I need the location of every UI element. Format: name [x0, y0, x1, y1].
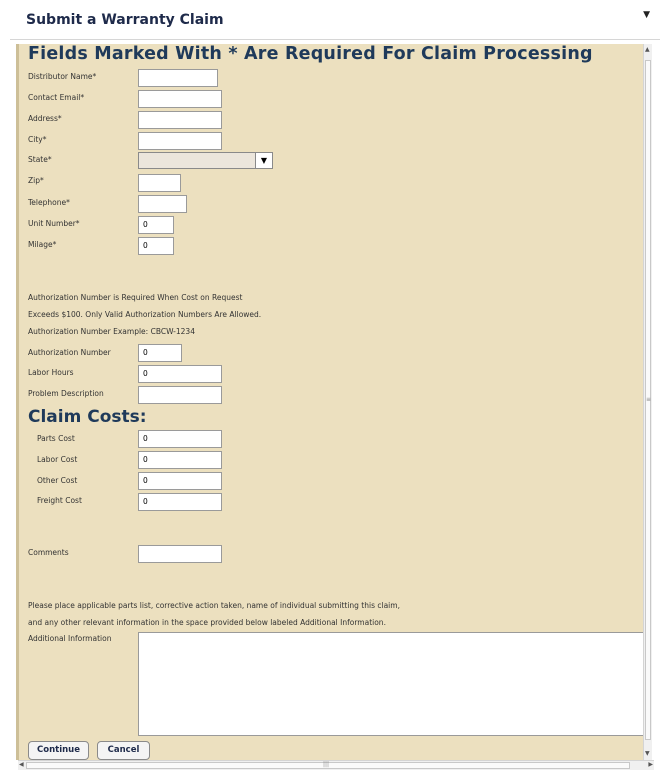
horizontal-scrollbar[interactable]: ◀ ||| ▶: [18, 760, 654, 770]
unit-number-label: Unit Number*: [28, 219, 80, 228]
telephone-label: Telephone*: [28, 198, 70, 207]
labor-cost-label: Labor Cost: [37, 455, 78, 464]
claim-costs-heading: Claim Costs:: [28, 407, 147, 427]
parts-cost-field[interactable]: 0: [138, 430, 222, 448]
cancel-button[interactable]: Cancel: [97, 741, 150, 760]
problem-description-label: Problem Description: [28, 389, 104, 398]
other-cost-field[interactable]: 0: [138, 472, 222, 490]
auth-note-line-1: Authorization Number is Required When Co…: [28, 293, 243, 302]
authorization-number-field[interactable]: 0: [138, 344, 182, 362]
continue-button[interactable]: Continue: [28, 741, 89, 760]
freight-cost-field[interactable]: 0: [138, 493, 222, 511]
freight-cost-label: Freight Cost: [37, 496, 82, 505]
dialog-header: Submit a Warranty Claim ▼: [10, 0, 660, 40]
auth-note-line-2: Exceeds $100. Only Valid Authorization N…: [28, 310, 262, 319]
auth-note-line-3: Authorization Number Example: CBCW-1234: [28, 327, 195, 336]
parts-note-line-2: and any other relevant information in th…: [28, 618, 386, 627]
problem-description-field[interactable]: [138, 386, 222, 404]
vertical-grip-icon: ≡: [646, 396, 652, 403]
milage-label: Milage*: [28, 240, 57, 249]
address-label: Address*: [28, 114, 62, 123]
comments-field[interactable]: [138, 545, 222, 563]
scroll-right-icon[interactable]: ▶: [648, 761, 653, 768]
contact-email-label: Contact Email*: [28, 93, 85, 102]
distributor-name-field[interactable]: [138, 69, 218, 87]
state-dropdown-arrow-icon[interactable]: ▼: [255, 153, 272, 168]
vertical-scrollbar[interactable]: ▲ ≡ ▼: [643, 44, 652, 760]
labor-hours-field[interactable]: 0: [138, 365, 222, 383]
vertical-scroll-thumb[interactable]: ≡: [645, 60, 651, 740]
contact-email-field[interactable]: [138, 90, 222, 108]
unit-number-field[interactable]: 0: [138, 216, 174, 234]
dropdown-caret-icon[interactable]: ▼: [643, 10, 650, 20]
scroll-down-icon[interactable]: ▼: [645, 750, 650, 757]
scroll-left-icon[interactable]: ◀: [19, 761, 24, 768]
address-field[interactable]: [138, 111, 222, 129]
authorization-number-label: Authorization Number: [28, 348, 111, 357]
horizontal-scroll-thumb[interactable]: |||: [26, 761, 630, 769]
parts-note-line-1: Please place applicable parts list, corr…: [28, 601, 400, 610]
horizontal-grip-icon: |||: [323, 761, 330, 768]
zip-label: Zip*: [28, 176, 44, 185]
parts-cost-label: Parts Cost: [37, 434, 75, 443]
dialog-title: Submit a Warranty Claim: [26, 12, 224, 28]
claim-form: Fields Marked With * Are Required For Cl…: [16, 44, 652, 760]
additional-information-textarea[interactable]: [138, 632, 646, 736]
other-cost-label: Other Cost: [37, 476, 78, 485]
comments-label: Comments: [28, 548, 69, 557]
form-heading: Fields Marked With * Are Required For Cl…: [28, 44, 593, 64]
labor-hours-label: Labor Hours: [28, 368, 74, 377]
city-label: City*: [28, 135, 47, 144]
scroll-up-icon[interactable]: ▲: [645, 46, 650, 53]
state-select[interactable]: ▼: [138, 152, 273, 169]
additional-information-label: Additional Information: [28, 634, 112, 643]
state-label: State*: [28, 155, 52, 164]
labor-cost-field[interactable]: 0: [138, 451, 222, 469]
milage-field[interactable]: 0: [138, 237, 174, 255]
city-field[interactable]: [138, 132, 222, 150]
telephone-field[interactable]: [138, 195, 187, 213]
distributor-name-label: Distributor Name*: [28, 72, 97, 81]
zip-field[interactable]: [138, 174, 181, 192]
